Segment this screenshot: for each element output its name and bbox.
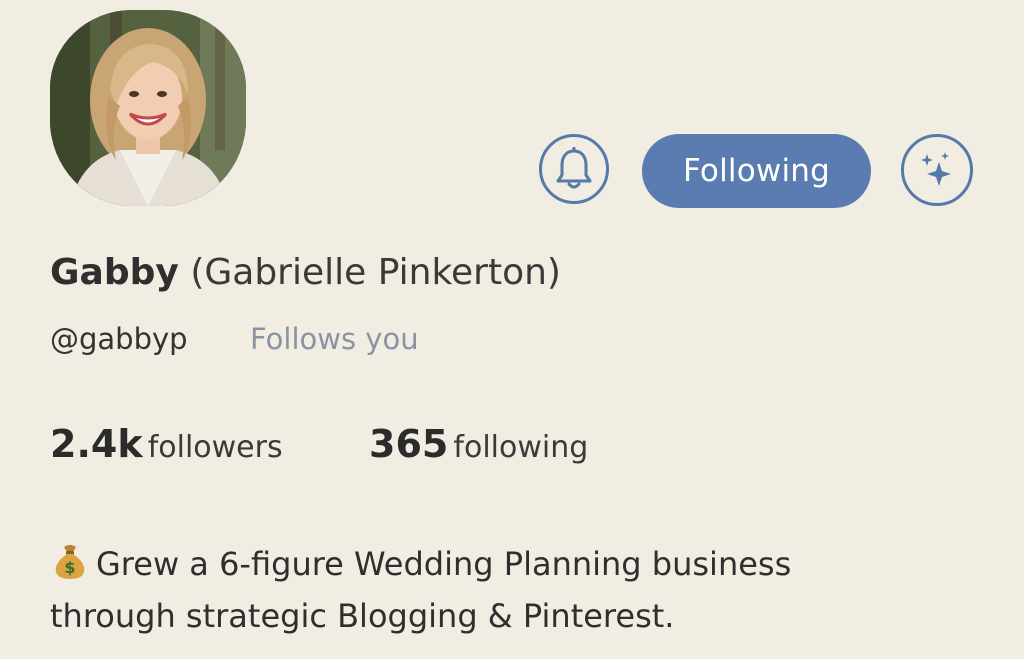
sparkle-icon — [921, 152, 951, 186]
following-button[interactable]: Following — [642, 134, 871, 208]
followers-stat[interactable]: 2.4k followers — [50, 422, 283, 466]
follows-you-badge: Follows you — [250, 322, 419, 356]
avatar-photo — [50, 10, 246, 206]
full-name: (Gabrielle Pinkerton) — [190, 252, 561, 293]
user-handle: @gabbyp — [50, 322, 188, 356]
following-label: following — [453, 430, 589, 465]
following-button-label: Following — [683, 153, 830, 189]
profile-bio: $ Grew a 6-figure Wedding Planning busin… — [50, 538, 950, 642]
money-bag-icon: $ — [55, 545, 85, 579]
profile-name: Gabby (Gabrielle Pinkerton) — [50, 252, 561, 293]
notification-bell-button[interactable] — [539, 134, 609, 204]
avatar[interactable] — [50, 10, 246, 206]
display-name: Gabby — [50, 252, 179, 293]
followers-label: followers — [147, 430, 283, 465]
bell-icon — [556, 147, 592, 189]
following-stat[interactable]: 365 following — [369, 422, 588, 466]
following-count: 365 — [369, 422, 449, 466]
sparkle-button[interactable] — [901, 134, 973, 206]
bio-line-2: through strategic Blogging & Pinterest. — [50, 597, 675, 635]
bio-line-1: Grew a 6-figure Wedding Planning busines… — [96, 545, 792, 583]
followers-count: 2.4k — [50, 422, 143, 466]
svg-text:$: $ — [64, 558, 75, 577]
